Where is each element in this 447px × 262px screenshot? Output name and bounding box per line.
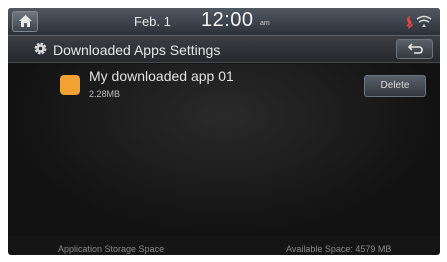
status-icons (406, 15, 432, 29)
delete-button[interactable]: Delete (364, 75, 426, 97)
status-bar: Feb. 1 12:00 am (8, 8, 440, 36)
app-icon (60, 75, 80, 95)
status-ampm: am (260, 20, 270, 27)
page-title: Downloaded Apps Settings (53, 42, 221, 58)
status-date: Feb. 1 (134, 14, 171, 29)
status-time: 12:00 (201, 9, 254, 31)
gear-icon (34, 42, 47, 55)
home-button[interactable] (12, 11, 38, 32)
back-button[interactable] (396, 39, 433, 59)
signal-icon (416, 15, 432, 27)
app-name[interactable]: My downloaded app 01 (89, 68, 234, 84)
home-icon (19, 15, 32, 27)
storage-label: Application Storage Space (58, 244, 165, 254)
app-size: 2.28MB (89, 89, 121, 99)
back-arrow-icon (408, 43, 423, 54)
bluetooth-icon (406, 16, 413, 29)
available-space: Available Space: 4579 MB (286, 244, 392, 254)
